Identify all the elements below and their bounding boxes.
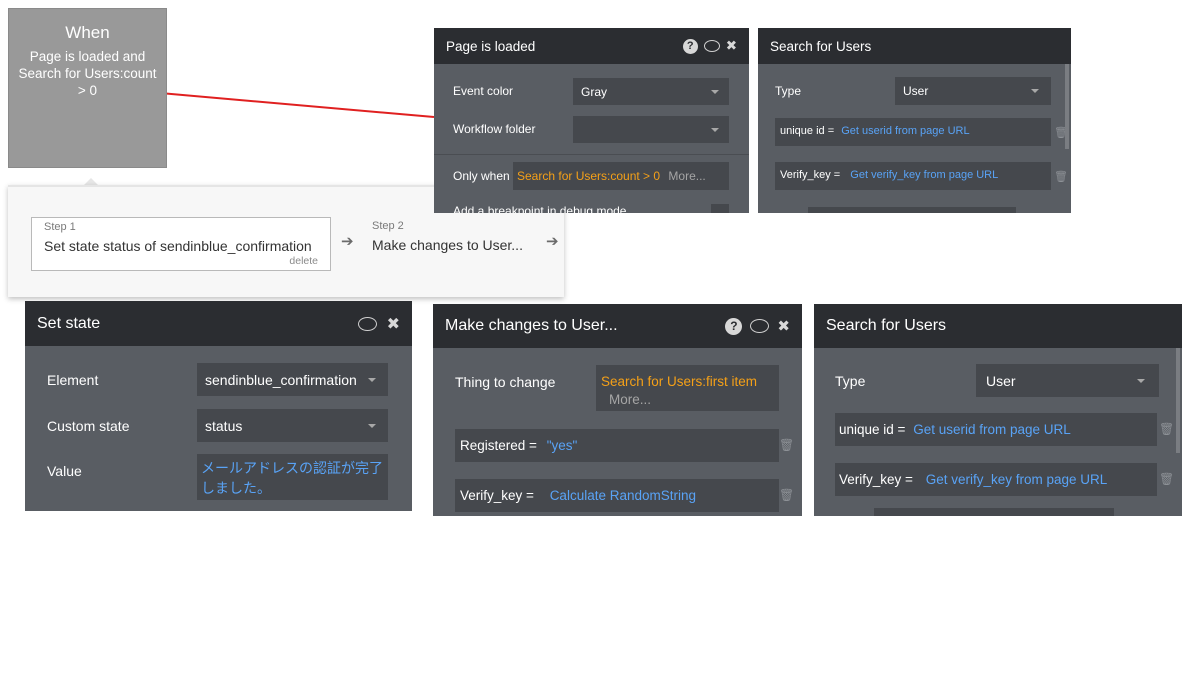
thing-to-change-label: Thing to change (455, 374, 556, 390)
more-link[interactable]: More... (601, 391, 779, 409)
constraint-value[interactable]: Get verify_key from page URL (850, 169, 998, 181)
close-icon[interactable]: ✖ (387, 314, 400, 334)
chevron-down-icon (711, 128, 719, 132)
breakpoint-label: Add a breakpoint in debug mode (453, 204, 627, 213)
scrollbar[interactable] (1065, 64, 1069, 149)
trash-icon[interactable]: 🗑 (1159, 472, 1174, 486)
chevron-down-icon (368, 424, 376, 428)
panel-title: Make changes to User... (445, 317, 618, 334)
type-value: User (986, 373, 1016, 389)
trigger-title: When (65, 23, 110, 42)
close-icon[interactable]: ✖ (726, 38, 737, 54)
trash-icon[interactable]: 🗑 (1054, 170, 1068, 183)
thing-to-change-expression[interactable]: Search for Users:first item More... (596, 365, 779, 411)
trash-icon[interactable]: 🗑 (779, 488, 794, 502)
only-when-label: Only when (453, 169, 510, 183)
comment-icon[interactable] (703, 40, 720, 52)
arrow-right-icon: ➔ (341, 233, 354, 250)
field-change-row[interactable]: Registered = "yes" (455, 429, 779, 462)
breakpoint-checkbox[interactable] (711, 204, 729, 213)
field-value[interactable]: Calculate RandomString (550, 488, 696, 503)
add-constraint-field[interactable] (874, 508, 1114, 516)
event-color-dropdown[interactable]: Gray (573, 78, 729, 105)
trigger-block[interactable]: When Page is loaded and Search for Users… (8, 8, 167, 168)
step-1-label: Step 1 (44, 221, 76, 233)
constraint-key: Verify_key = (780, 169, 841, 181)
type-dropdown[interactable]: User (976, 364, 1159, 397)
only-when-value: Search for Users:count > 0 (517, 169, 661, 183)
field-value[interactable]: "yes" (547, 438, 578, 453)
step-2-label: Step 2 (372, 220, 404, 232)
search-users-panel-large: Search for Users Type User unique id = G… (814, 304, 1182, 516)
step-delete-link[interactable]: delete (289, 255, 318, 267)
custom-state-dropdown[interactable]: status (197, 409, 388, 442)
comment-icon[interactable] (357, 316, 377, 331)
value-label: Value (47, 463, 82, 479)
more-link[interactable]: More... (668, 169, 705, 183)
chevron-down-icon (1137, 379, 1145, 383)
thing-to-change-value: Search for Users:first item (601, 374, 758, 389)
event-color-label: Event color (453, 84, 514, 98)
only-when-expression[interactable]: Search for Users:count > 0 More... (513, 162, 729, 190)
custom-state-label: Custom state (47, 418, 130, 434)
field-change-row[interactable]: Verify_key = Calculate RandomString (455, 479, 779, 512)
constraint-row[interactable]: Verify_key = Get verify_key from page UR… (775, 162, 1051, 190)
type-value: User (903, 84, 929, 98)
event-properties-panel: Page is loaded ? ✖ Event color Gray Work… (434, 28, 749, 213)
constraint-row[interactable]: unique id = Get userid from page URL (775, 118, 1051, 146)
constraint-row[interactable]: Verify_key = Get verify_key from page UR… (835, 463, 1157, 496)
panel-title: Page is loaded (446, 38, 536, 54)
trash-icon[interactable]: 🗑 (779, 438, 794, 452)
element-label: Element (47, 372, 99, 388)
make-changes-panel: Make changes to User... ? ✖ Thing to cha… (433, 304, 802, 516)
comment-icon[interactable] (750, 319, 770, 333)
constraint-key: Verify_key = (839, 472, 913, 487)
constraint-key: unique id = (839, 422, 906, 437)
workflow-folder-label: Workflow folder (453, 122, 536, 136)
step-2-name: Make changes to User... (372, 237, 523, 253)
constraint-value[interactable]: Get userid from page URL (913, 422, 1071, 437)
type-dropdown[interactable]: User (895, 77, 1051, 105)
close-icon[interactable]: ✖ (777, 317, 790, 335)
custom-state-value: status (205, 418, 243, 434)
panel-title: Set state (37, 314, 101, 332)
help-icon[interactable]: ? (682, 38, 698, 54)
step-1-card[interactable]: Step 1 Set state status of sendinblue_co… (31, 217, 331, 271)
value-text-line-1: メールアドレスの認証が完了 (201, 460, 383, 476)
event-color-value: Gray (581, 85, 608, 99)
constraint-value[interactable]: Get userid from page URL (841, 125, 969, 137)
constraint-row[interactable]: unique id = Get userid from page URL (835, 413, 1157, 446)
divider (434, 154, 749, 155)
workflow-folder-dropdown[interactable] (573, 116, 729, 143)
value-expression[interactable]: メールアドレスの認証が完了 しました。 (197, 454, 388, 500)
trash-icon[interactable]: 🗑 (1159, 422, 1174, 436)
step-1-name: Set state status of sendinblue_confirmat… (44, 238, 312, 254)
chevron-down-icon (368, 378, 376, 382)
chevron-down-icon (711, 90, 719, 94)
constraint-key: unique id = (780, 125, 835, 137)
element-value: sendinblue_confirmation (205, 372, 357, 388)
type-label: Type (775, 84, 802, 98)
help-icon[interactable]: ? (725, 317, 743, 335)
constraint-value[interactable]: Get verify_key from page URL (926, 472, 1108, 487)
add-constraint-field[interactable] (808, 207, 1016, 213)
step-2-card[interactable]: Step 2 Make changes to User... (372, 219, 523, 255)
arrow-right-icon: ➔ (546, 233, 559, 250)
chevron-down-icon (1031, 89, 1039, 93)
field-key: Verify_key = (460, 488, 534, 503)
value-text-line-2: しました。 (201, 480, 271, 496)
panel-title: Search for Users (770, 38, 872, 54)
set-state-panel: Set state ✖ Element sendinblue_confirmat… (25, 301, 412, 511)
field-key: Registered = (460, 438, 537, 453)
trigger-condition: Page is loaded and Search for Users:coun… (18, 49, 157, 98)
panel-title: Search for Users (826, 317, 947, 334)
scrollbar[interactable] (1176, 348, 1180, 453)
trigger-pointer (84, 178, 98, 185)
type-label: Type (835, 373, 866, 389)
element-dropdown[interactable]: sendinblue_confirmation (197, 363, 388, 396)
search-users-panel-small: Search for Users Type User unique id = G… (758, 28, 1071, 213)
